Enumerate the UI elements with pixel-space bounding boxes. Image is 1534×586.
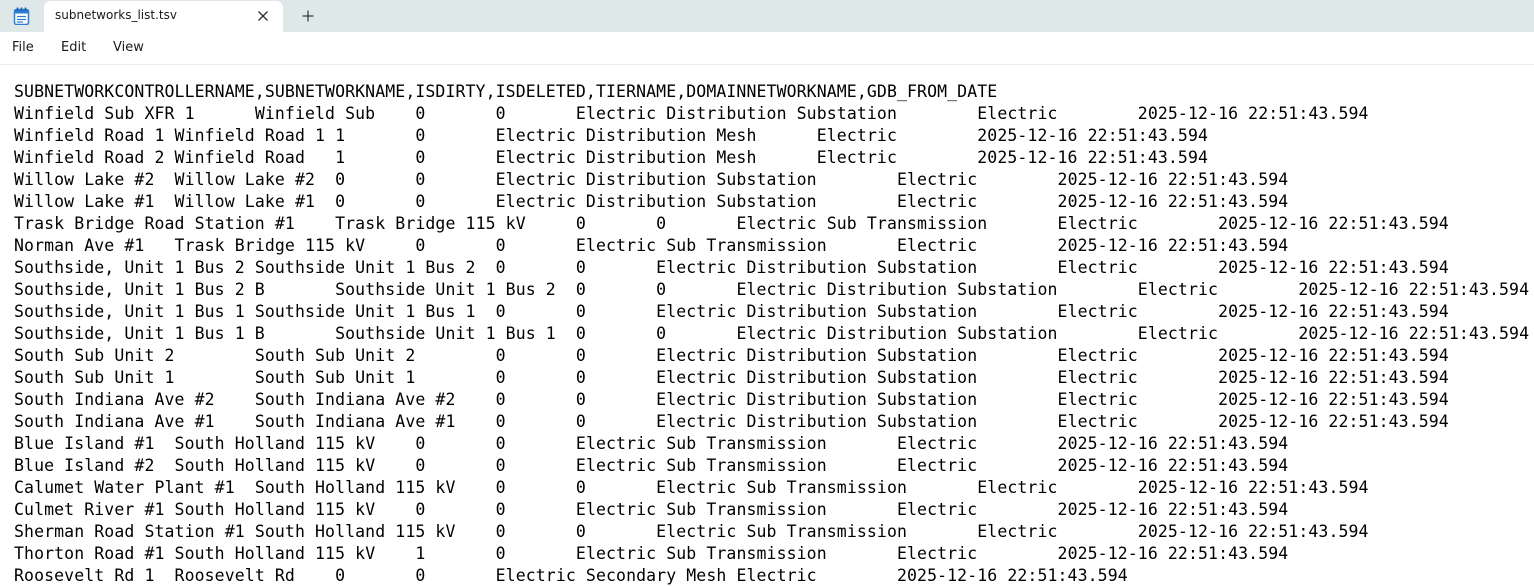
tab-subnetworks-list[interactable]: subnetworks_list.tsv [44,1,283,32]
title-bar: subnetworks_list.tsv [0,0,1534,32]
close-icon[interactable] [253,6,273,26]
plus-icon[interactable] [297,5,319,27]
text-editor[interactable]: SUBNETWORKCONTROLLERNAME,SUBNETWORKNAME,… [0,64,1534,586]
notepad-icon [13,7,30,26]
menu-bar: File Edit View [0,32,1534,64]
menu-edit[interactable]: Edit [61,40,86,55]
editor-text[interactable]: SUBNETWORKCONTROLLERNAME,SUBNETWORKNAME,… [14,81,1529,586]
tab-title: subnetworks_list.tsv [55,8,177,22]
menu-file[interactable]: File [12,40,34,55]
menu-view[interactable]: View [113,40,144,55]
